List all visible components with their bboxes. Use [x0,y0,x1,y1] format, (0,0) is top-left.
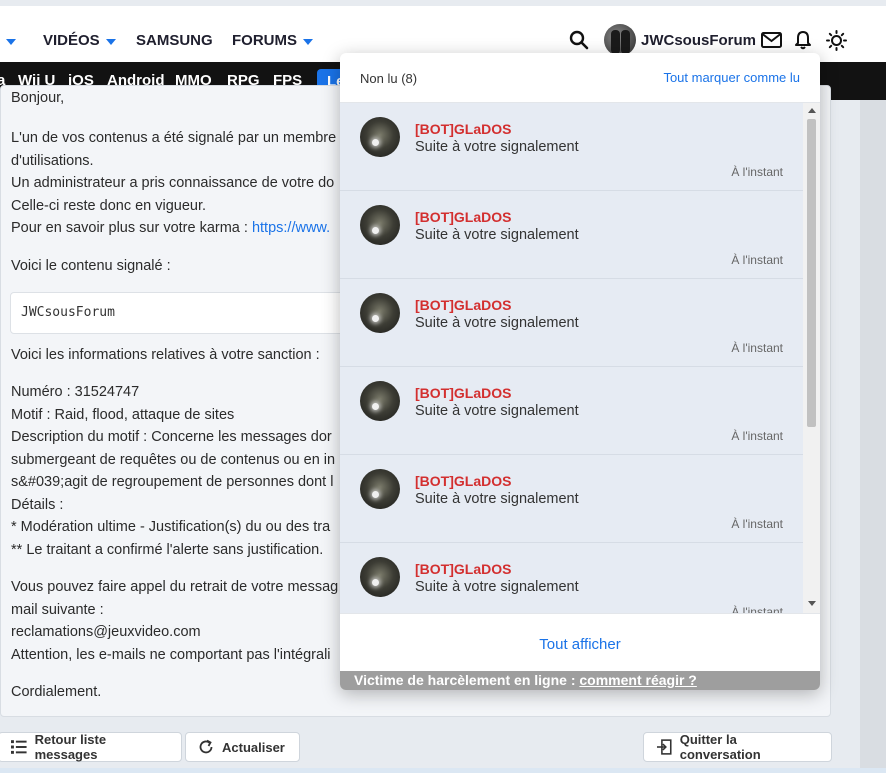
refresh-icon [199,739,213,754]
notification-item[interactable]: [BOT]GLaDOS Suite à votre signalement À … [340,191,803,279]
message-line: d'utilisations. [11,153,94,169]
notification-sender: [BOT]GLaDOS [415,209,512,225]
message-greeting: Bonjour, [11,90,65,106]
mark-all-read-link[interactable]: Tout marquer comme lu [663,70,800,85]
signaled-content-code: JWCsousForum [10,292,370,334]
nav-item-partial[interactable]: I [0,32,17,49]
appeal-line: Attention, les e-mails ne comportant pas… [11,647,331,663]
appeal-line: Vous pouvez faire appel du retrait de vo… [11,579,339,595]
appeal-line: mail suivante : [11,602,104,618]
bot-avatar [360,557,400,597]
scroll-down-arrow-icon[interactable] [808,601,816,606]
mail-icon[interactable] [761,32,782,48]
notification-time: À l'instant [731,253,783,267]
bot-avatar [360,293,400,333]
notification-text: Suite à votre signalement [415,403,579,419]
page-side-strip [860,100,886,768]
scrollbar-thumb[interactable] [807,119,816,427]
exit-icon [656,739,672,755]
notification-text: Suite à votre signalement [415,315,579,331]
message-line: Pour en savoir plus sur votre karma : ht… [11,220,331,236]
chevron-down-icon [6,38,17,45]
page-footer-band [0,768,886,773]
list-icon [11,740,27,754]
notification-sender: [BOT]GLaDOS [415,297,512,313]
sanction-number: Numéro : 31524747 [11,384,140,400]
username[interactable]: JWCsousForum [641,32,756,49]
sanction-details-label: Détails : [11,497,64,513]
chevron-down-icon [303,38,313,45]
notification-time: À l'instant [731,341,783,355]
bot-avatar [360,117,400,157]
sanction-description: submergeant de requêtes ou de contenus o… [11,452,336,468]
notification-item[interactable]: [BOT]GLaDOS Suite à votre signalement À … [340,103,803,191]
notification-text: Suite à votre signalement [415,579,579,595]
notification-item[interactable]: [BOT]GLaDOS Suite à votre signalement À … [340,543,803,613]
notifications-scrollbar[interactable] [803,103,820,613]
notification-sender: [BOT]GLaDOS [415,385,512,401]
scroll-up-arrow-icon[interactable] [808,108,816,113]
message-closing: Cordialement. [11,684,102,700]
back-to-messages-button[interactable]: Retour liste messages [0,732,182,762]
harassment-help-link[interactable]: comment réagir ? [579,672,696,688]
nav-item-videos[interactable]: VIDÉOS [43,32,116,49]
refresh-button[interactable]: Actualiser [185,732,300,762]
sanction-detail: ** Le traitant a confirmé l'alerte sans … [11,542,324,558]
sanction-label: Voici les informations relatives à votre… [11,347,320,363]
bot-avatar [360,381,400,421]
message-line: Celle-ci reste donc en vigueur. [11,198,207,214]
show-all-notifications-link[interactable]: Tout afficher [340,613,820,671]
nav-item-forums[interactable]: FORUMS [232,32,313,49]
nav-item-samsung[interactable]: SAMSUNG [136,32,213,49]
notification-text: Suite à votre signalement [415,139,579,155]
notifications-dropdown: Non lu (8) Tout marquer comme lu [BOT]GL… [340,53,820,690]
notification-text: Suite à votre signalement [415,491,579,507]
sanction-reason: Motif : Raid, flood, attaque de sites [11,407,235,423]
notification-sender: [BOT]GLaDOS [415,561,512,577]
notification-time: À l'instant [731,429,783,443]
appeal-email: reclamations@jeuxvideo.com [11,624,201,640]
sun-icon[interactable] [826,30,847,51]
notification-text: Suite à votre signalement [415,227,579,243]
sanction-detail: * Modération ultime - Justification(s) d… [11,519,331,535]
unread-count: Non lu (8) [360,71,418,86]
chevron-down-icon [105,38,116,45]
notifications-header: Non lu (8) Tout marquer comme lu [340,53,820,103]
bell-icon[interactable] [794,30,812,50]
notification-item[interactable]: [BOT]GLaDOS Suite à votre signalement À … [340,367,803,455]
sanction-description: s&#039;agit de regroupement de personnes… [11,474,334,490]
notifications-list[interactable]: [BOT]GLaDOS Suite à votre signalement À … [340,103,803,613]
notification-sender: [BOT]GLaDOS [415,121,512,137]
quit-conversation-button[interactable]: Quitter la conversation [643,732,832,762]
notification-time: À l'instant [731,517,783,531]
message-line: Un administrateur a pris connaissance de… [11,175,335,191]
notification-item[interactable]: [BOT]GLaDOS Suite à votre signalement À … [340,279,803,367]
bot-avatar [360,469,400,509]
notification-time: À l'instant [731,605,783,613]
signaled-content-label: Voici le contenu signalé : [11,258,171,274]
notification-item[interactable]: [BOT]GLaDOS Suite à votre signalement À … [340,455,803,543]
message-line: L'un de vos contenus a été signalé par u… [11,130,337,146]
notification-sender: [BOT]GLaDOS [415,473,512,489]
karma-link[interactable]: https://www. [252,220,330,236]
user-avatar[interactable] [604,24,636,56]
search-icon[interactable] [569,30,589,50]
sanction-description: Description du motif : Concerne les mess… [11,429,332,445]
harassment-banner: Victime de harcèlement en ligne : commen… [340,671,820,690]
bot-avatar [360,205,400,245]
notification-time: À l'instant [731,165,783,179]
